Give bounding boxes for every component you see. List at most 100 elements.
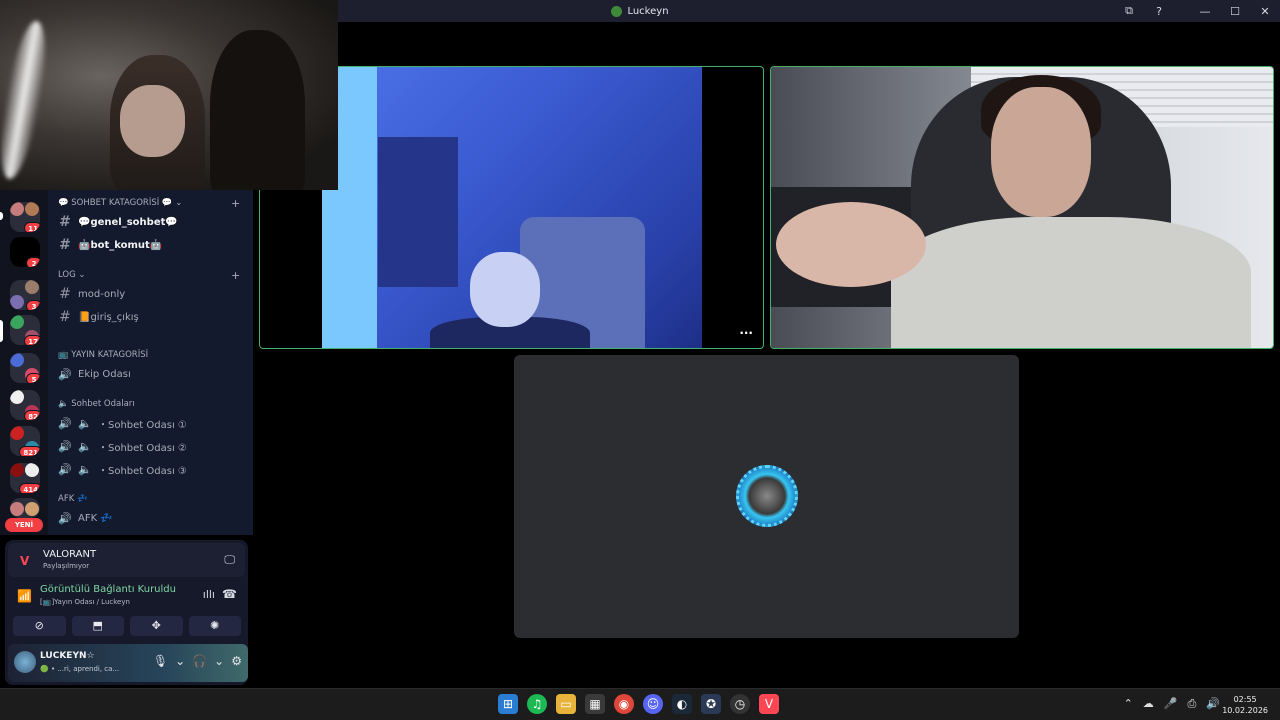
channel-sidebar: 💬 SOHBET KATAGORİSİ 💬 ⌄ + # 💬genel_sohbe… bbox=[48, 190, 253, 535]
gear-icon[interactable]: ⚙ bbox=[231, 654, 242, 668]
soundboard-button[interactable]: ✺ bbox=[188, 616, 241, 636]
valorant-icon[interactable]: V bbox=[759, 694, 779, 714]
stream-status: V VALORANT Paylaşılmıyor 🖵 bbox=[8, 543, 245, 577]
server-item[interactable]: 17 bbox=[10, 315, 40, 345]
channel-bot-komut[interactable]: # 🤖bot_komut🤖 bbox=[58, 235, 243, 255]
chrome-icon[interactable]: ◉ bbox=[614, 694, 634, 714]
help-icon[interactable]: ? bbox=[1144, 5, 1174, 18]
channel-giris-cikis[interactable]: # 📙giriş_çıkış bbox=[58, 307, 243, 327]
chevron-down-icon[interactable]: ⌄ bbox=[175, 654, 185, 668]
volume-icon: 🔈 bbox=[78, 439, 92, 453]
server-item[interactable] bbox=[10, 498, 40, 518]
server-item[interactable]: 5 bbox=[10, 353, 40, 383]
unread-badge: 3 bbox=[26, 300, 40, 310]
riot-client-icon[interactable]: ◷ bbox=[730, 694, 750, 714]
channel-genel-sohbet[interactable]: # 💬genel_sohbet💬 bbox=[58, 212, 243, 232]
unread-badge: 2 bbox=[26, 257, 40, 267]
category-yayin[interactable]: 📺 YAYIN KATAGORİSİ bbox=[58, 350, 148, 360]
steam-icon[interactable]: ◐ bbox=[672, 694, 692, 714]
server-item[interactable]: 82 bbox=[10, 390, 40, 420]
server-item[interactable]: 414 bbox=[10, 463, 40, 493]
activities-button[interactable]: ✥ bbox=[130, 616, 183, 636]
disconnect-icon[interactable]: ☎ bbox=[222, 587, 237, 601]
server-item[interactable]: 2 bbox=[10, 237, 40, 267]
channel-mod-only[interactable]: # mod-only bbox=[58, 284, 243, 304]
window-title: Luckeyn bbox=[611, 5, 669, 17]
unread-badge: 17 bbox=[24, 335, 40, 345]
folder-icon[interactable]: ▭ bbox=[556, 694, 576, 714]
hash-icon: # bbox=[59, 309, 71, 325]
display-icon[interactable]: ⎙ bbox=[1187, 697, 1196, 711]
channel-ekip-odasi[interactable]: 🔊 Ekip Odası bbox=[58, 364, 243, 384]
speaker-icon: 🔊 bbox=[58, 367, 72, 381]
volume-icon: 🔈 bbox=[78, 462, 92, 476]
microphone-icon[interactable]: 🎙 bbox=[153, 654, 168, 668]
valorant-icon: V bbox=[20, 554, 30, 568]
call-actions: ⊘ ⬒ ✥ ✺ bbox=[13, 616, 241, 636]
user-panel: LUCKEYN☆ 🟢 • ...ri, aprendi, ca... 🎙 ⌄ 🎧… bbox=[8, 644, 248, 682]
category-sohbet[interactable]: 💬 SOHBET KATAGORİSİ 💬 ⌄ + bbox=[58, 197, 240, 210]
speaker-icon: 🔊 bbox=[58, 462, 72, 476]
channel-sohbet-odasi-2[interactable]: 🔊 🔈 ・Sohbet Odası ② bbox=[58, 436, 243, 456]
headphones-icon[interactable]: 🎧 bbox=[192, 654, 207, 668]
screen-share-icon[interactable]: 🖵 bbox=[224, 553, 235, 567]
speaker-icon: 🔊 bbox=[58, 511, 72, 525]
store-icon[interactable]: ▦ bbox=[585, 694, 605, 714]
unread-badge: 5 bbox=[26, 373, 40, 383]
hash-icon: # bbox=[59, 237, 71, 253]
window-controls: ⧉ ? — ☐ ✕ bbox=[1114, 0, 1280, 22]
taskbar-apps: ⊞ ♫ ▭ ▦ ◉ ☺ ◐ ✪ ◷ V bbox=[498, 694, 779, 714]
audio-tile[interactable] bbox=[514, 355, 1019, 638]
add-channel-icon[interactable]: + bbox=[231, 197, 240, 210]
participant-avatar bbox=[736, 465, 798, 527]
voice-panel: V VALORANT Paylaşılmıyor 🖵 📶 Görüntülü B… bbox=[5, 540, 248, 685]
minimize-button[interactable]: — bbox=[1190, 5, 1220, 18]
video-tile-2[interactable] bbox=[770, 66, 1274, 349]
start-icon[interactable]: ⊞ bbox=[498, 694, 518, 714]
server-rail: 11 2 3 17 5 82 821 414 YENİ bbox=[0, 190, 48, 535]
microphone-icon[interactable]: 🎤 bbox=[1164, 697, 1178, 711]
server-item[interactable]: 821 bbox=[10, 426, 40, 456]
category-sohbet-odalari[interactable]: 🔈 Sohbet Odaları bbox=[58, 399, 135, 409]
taskbar: ⊞ ♫ ▭ ▦ ◉ ☺ ◐ ✪ ◷ V ⌃ ☁ 🎤 ⎙ 🔊 02:55 10.0… bbox=[0, 688, 1280, 720]
discord-icon[interactable]: ☺ bbox=[643, 694, 663, 714]
avatar[interactable] bbox=[14, 651, 36, 673]
unread-badge: 82 bbox=[24, 410, 40, 420]
unread-badge: 821 bbox=[19, 446, 40, 456]
hash-icon: # bbox=[59, 286, 71, 302]
add-channel-icon[interactable]: + bbox=[231, 269, 240, 282]
share-screen-button[interactable]: ⬒ bbox=[71, 616, 124, 636]
noise-suppression-icon[interactable]: ıllı bbox=[203, 588, 215, 601]
chevron-up-icon[interactable]: ⌃ bbox=[1124, 697, 1133, 711]
signal-icon[interactable]: 📶 bbox=[17, 589, 32, 603]
channel-sohbet-odasi-1[interactable]: 🔊 🔈 ・Sohbet Odası ① bbox=[58, 413, 243, 433]
server-item[interactable]: 11 bbox=[10, 202, 40, 232]
connection-status: 📶 Görüntülü Bağlantı Kuruldu [📺]Yayın Od… bbox=[17, 584, 237, 606]
category-afk[interactable]: AFK 💤 bbox=[58, 494, 88, 504]
speaker-icon: 🔊 bbox=[58, 416, 72, 430]
chevron-down-icon[interactable]: ⌄ bbox=[214, 654, 224, 668]
close-button[interactable]: ✕ bbox=[1250, 5, 1280, 18]
volume-icon: 🔈 bbox=[78, 416, 92, 430]
spotify-icon[interactable]: ♫ bbox=[527, 694, 547, 714]
new-badge[interactable]: YENİ bbox=[5, 518, 43, 532]
speaker-icon: 🔊 bbox=[58, 439, 72, 453]
clock[interactable]: 02:55 10.02.2026 bbox=[1222, 694, 1268, 716]
system-tray: ⌃ ☁ 🎤 ⎙ 🔊 bbox=[1124, 697, 1220, 711]
popout-icon[interactable]: ⧉ bbox=[1114, 4, 1144, 18]
unread-badge: 11 bbox=[24, 222, 40, 232]
hash-icon: # bbox=[59, 214, 71, 230]
camera-off-button[interactable]: ⊘ bbox=[13, 616, 66, 636]
category-log[interactable]: LOG ⌄ + bbox=[58, 269, 240, 282]
window-title-text: Luckeyn bbox=[627, 5, 669, 17]
server-item[interactable]: 3 bbox=[10, 280, 40, 310]
more-options-button[interactable]: ··· bbox=[739, 326, 753, 340]
webcam-overlay bbox=[0, 0, 338, 190]
maximize-button[interactable]: ☐ bbox=[1220, 5, 1250, 18]
cloud-icon[interactable]: ☁ bbox=[1143, 697, 1154, 711]
channel-afk[interactable]: 🔊 AFK 💤 bbox=[58, 508, 243, 528]
battlenet-icon[interactable]: ✪ bbox=[701, 694, 721, 714]
volume-icon[interactable]: 🔊 bbox=[1206, 697, 1220, 711]
unread-badge: 414 bbox=[19, 483, 40, 493]
channel-sohbet-odasi-3[interactable]: 🔊 🔈 ・Sohbet Odası ③ bbox=[58, 459, 243, 479]
